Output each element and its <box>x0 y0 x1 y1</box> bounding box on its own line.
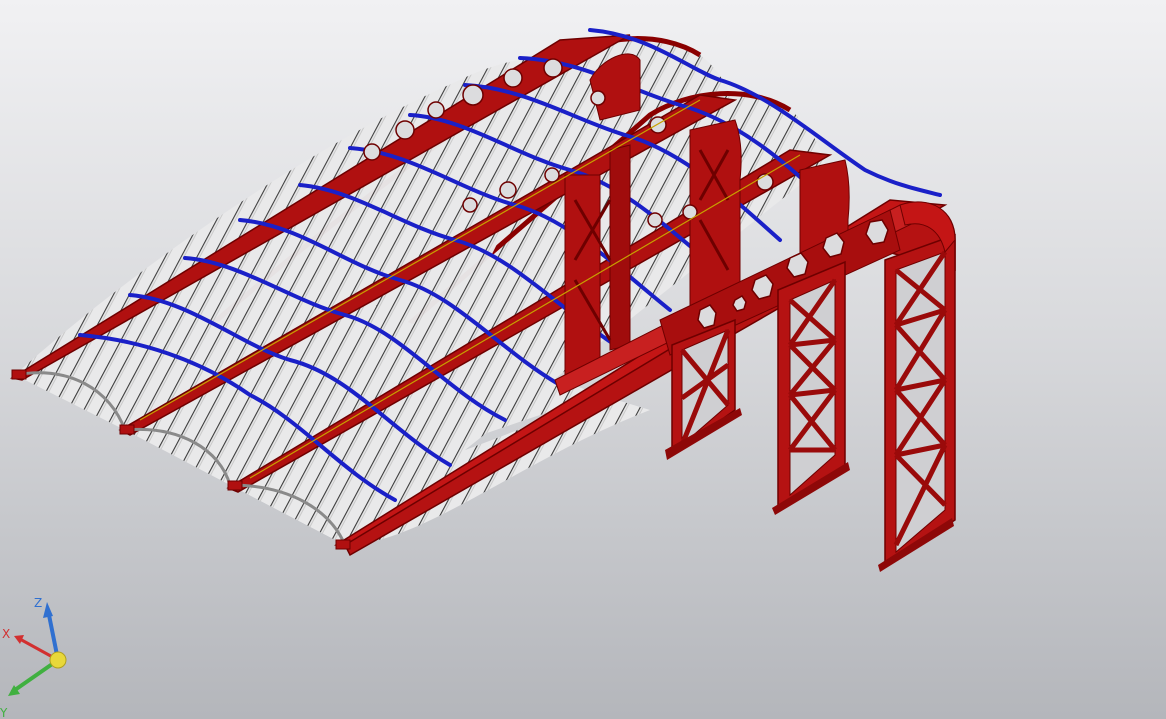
column-3 <box>878 201 956 572</box>
z-axis-label: Z <box>34 596 42 610</box>
column-2 <box>772 260 850 515</box>
z-axis-head-icon <box>43 602 53 618</box>
axis-triad[interactable]: Z X Y <box>0 590 80 719</box>
y-axis-label: Y <box>0 706 8 719</box>
x-axis-label: X <box>2 627 10 641</box>
structure-model[interactable] <box>0 0 1166 719</box>
triad-origin-icon[interactable] <box>49 651 67 669</box>
3d-viewport[interactable]: Z X Y <box>0 0 1166 719</box>
